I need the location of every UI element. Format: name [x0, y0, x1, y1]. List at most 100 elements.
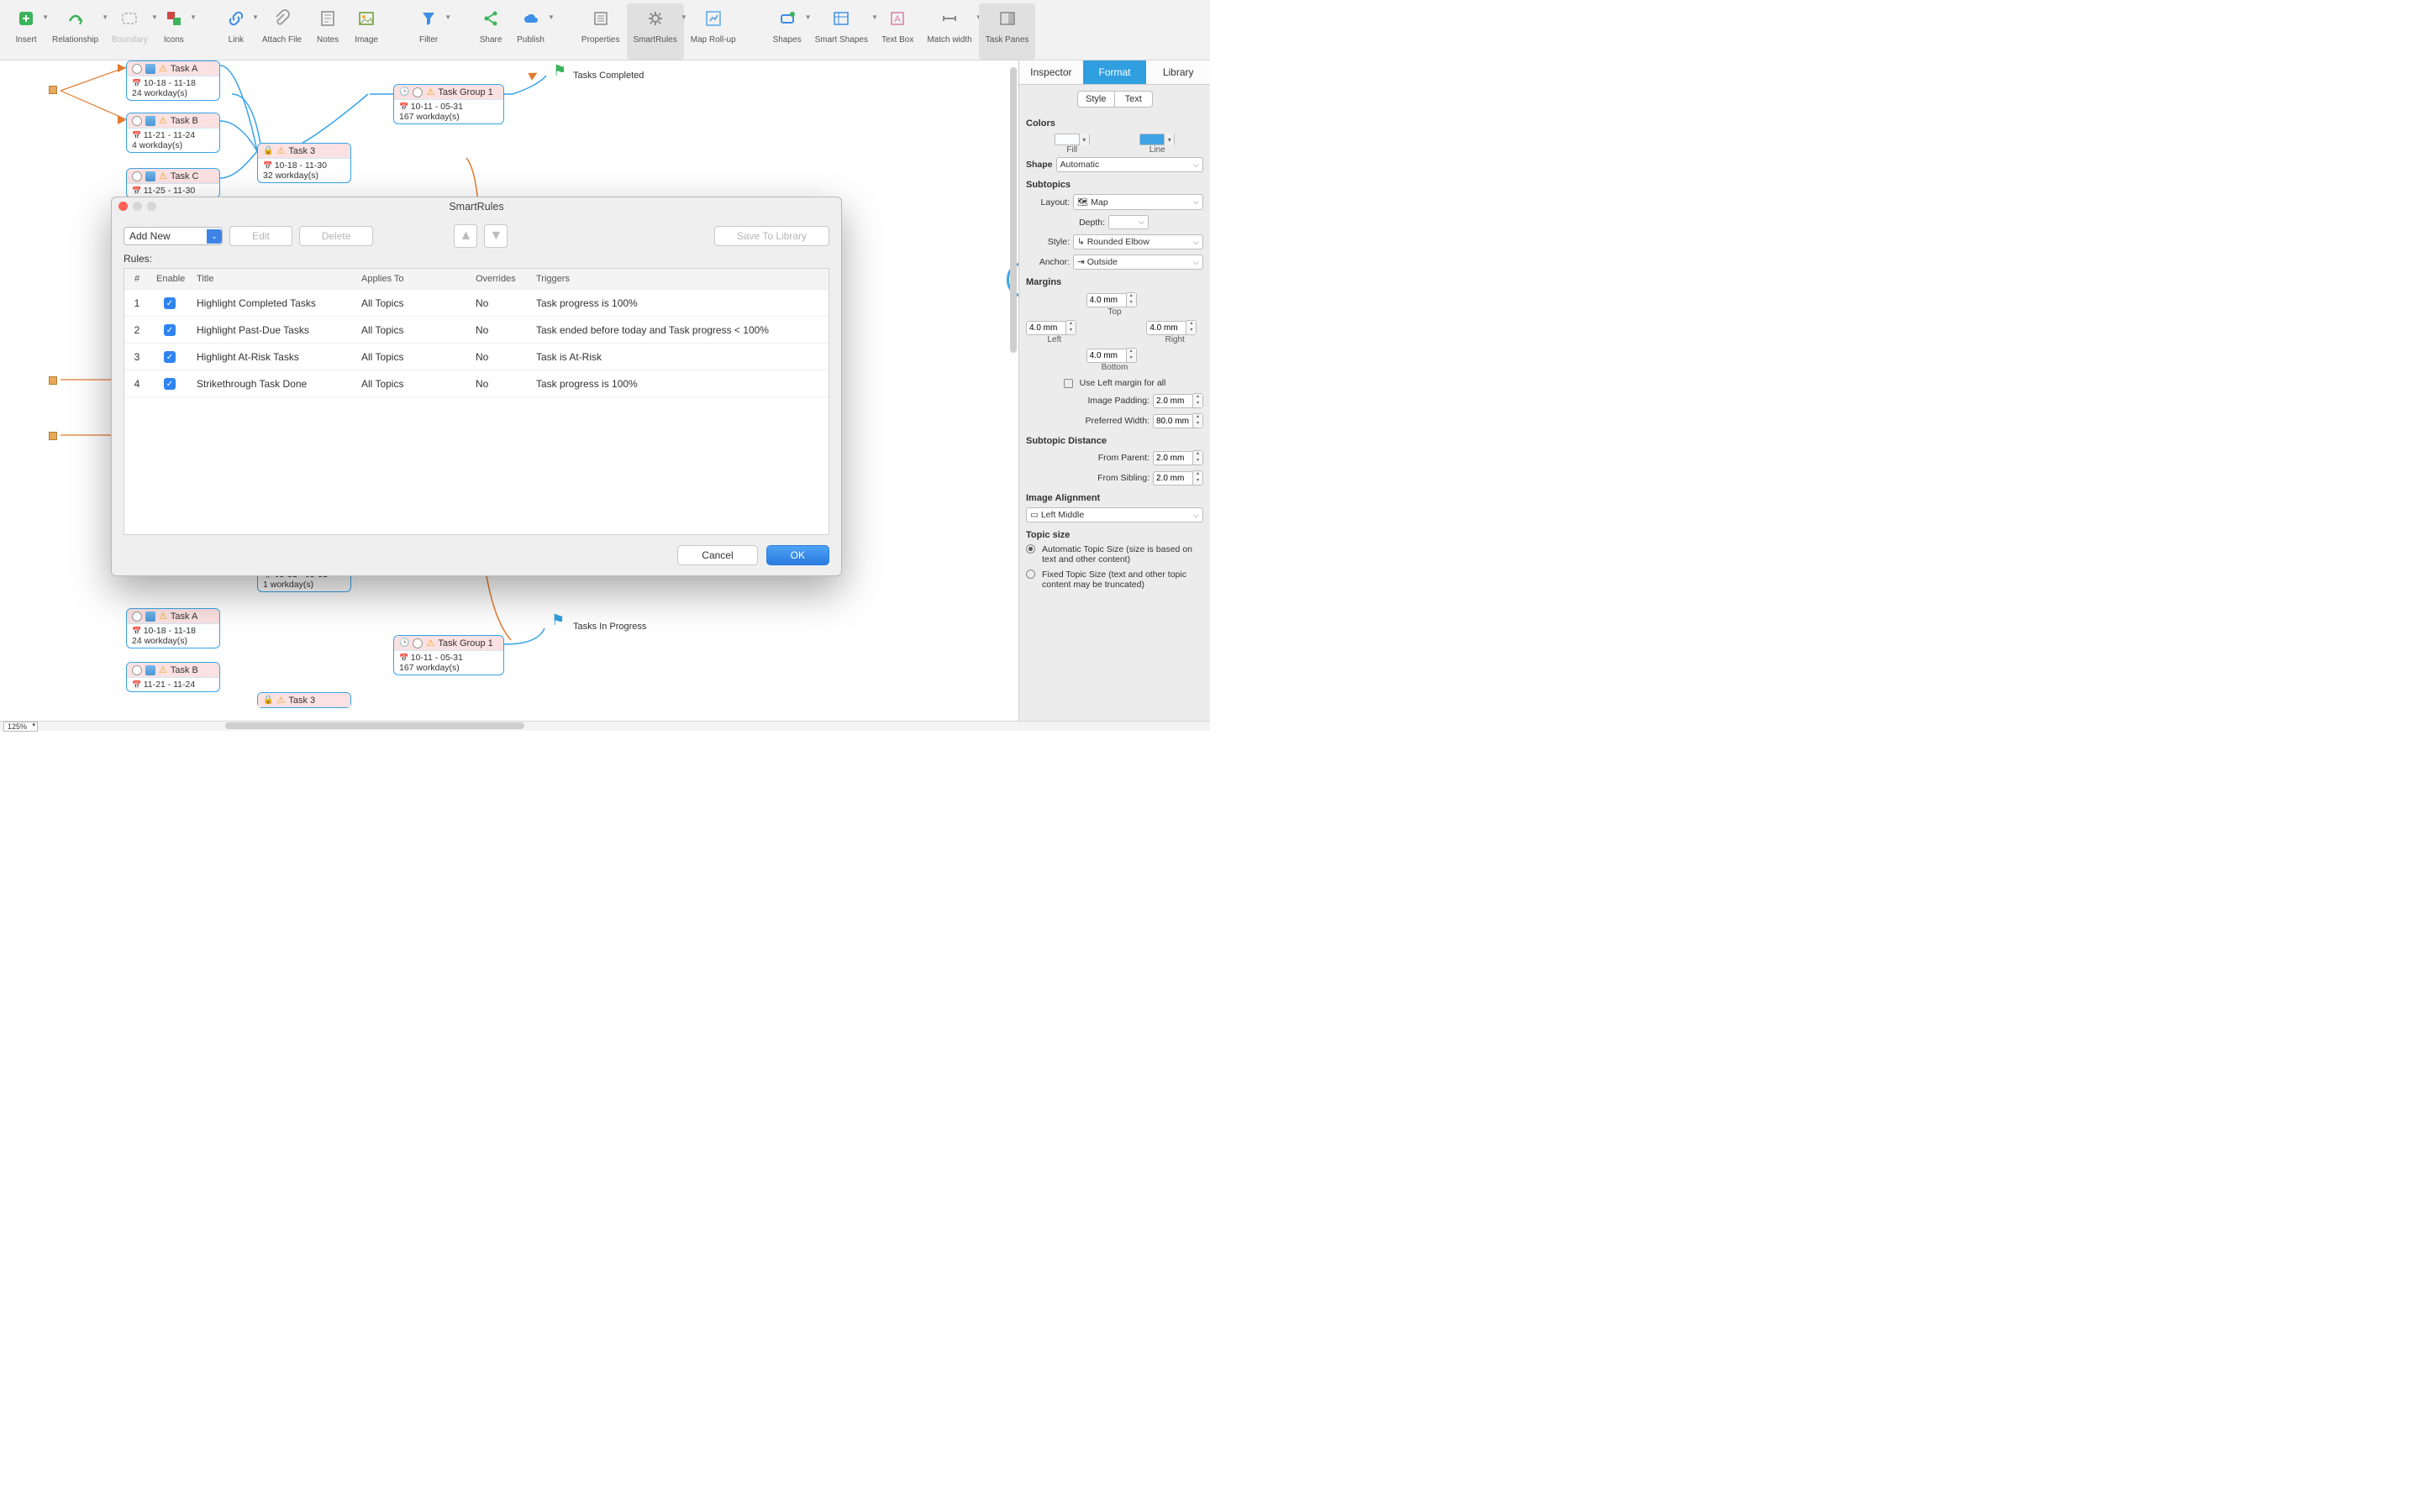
- move-up-button[interactable]: ▲: [454, 224, 477, 248]
- seg-text[interactable]: Text: [1115, 92, 1152, 107]
- toolbar-match-width[interactable]: ▼Match width: [920, 3, 978, 60]
- toolbar-map-roll-up[interactable]: Map Roll-up: [684, 3, 743, 60]
- section-image-alignment: Image Alignment: [1019, 488, 1210, 505]
- tab-inspector[interactable]: Inspector: [1019, 60, 1083, 84]
- enable-checkbox[interactable]: ✓: [164, 378, 176, 390]
- shape-select[interactable]: Automatic: [1056, 157, 1203, 172]
- tab-format[interactable]: Format: [1083, 60, 1147, 84]
- table-row[interactable]: 3✓Highlight At-Risk TasksAll TopicsNoTas…: [124, 344, 829, 370]
- add-new-select[interactable]: Add New⌄: [124, 227, 223, 245]
- chevron-down-icon[interactable]: ▼: [445, 13, 451, 21]
- toolbar-share[interactable]: Share: [471, 3, 510, 60]
- node-task-group-1[interactable]: 🕒Task Group 1 📅 10-11 - 05-31167 workday…: [393, 84, 504, 124]
- img-icon: [355, 7, 378, 30]
- margin-top[interactable]: [1086, 293, 1127, 307]
- toolbar-insert[interactable]: ▼Insert: [7, 3, 45, 60]
- close-icon[interactable]: [118, 202, 128, 211]
- arrow-icon: [528, 69, 539, 81]
- radio-auto-size[interactable]: [1026, 544, 1035, 554]
- bound-icon: [118, 7, 141, 30]
- horizontal-scrollbar[interactable]: [225, 722, 524, 729]
- stepper[interactable]: ▴▾: [1127, 292, 1137, 307]
- toolbar-attach-file[interactable]: Attach File: [255, 3, 308, 60]
- rules-label: Rules:: [112, 253, 841, 265]
- edit-button[interactable]: Edit: [229, 226, 292, 246]
- toolbar-icons[interactable]: ▼Icons: [155, 3, 193, 60]
- image-padding[interactable]: [1153, 394, 1193, 408]
- preferred-width[interactable]: [1153, 414, 1193, 428]
- toolbar-image[interactable]: Image: [347, 3, 386, 60]
- toolbar-smart-shapes[interactable]: ▼Smart Shapes: [808, 3, 875, 60]
- node-task-b[interactable]: Task B 📅 11-21 - 11-244 workday(s): [126, 113, 220, 153]
- toolbar-text-box[interactable]: AText Box: [875, 3, 920, 60]
- tab-library[interactable]: Library: [1146, 60, 1210, 84]
- enable-checkbox[interactable]: ✓: [164, 324, 176, 336]
- style-select[interactable]: ↳ Rounded Elbow: [1073, 234, 1203, 249]
- plus-icon: [14, 7, 38, 30]
- margin-bottom[interactable]: [1086, 349, 1127, 363]
- table-row[interactable]: 2✓Highlight Past-Due TasksAll TopicsNoTa…: [124, 317, 829, 344]
- flag-icon: [553, 62, 566, 80]
- format-panel: Inspector Format Library Style Text Colo…: [1018, 60, 1210, 721]
- section-margins: Margins: [1019, 272, 1210, 289]
- move-down-button[interactable]: ▼: [484, 224, 508, 248]
- line-color[interactable]: ▾: [1139, 134, 1175, 145]
- toolbar-relationship[interactable]: ▼Relationship: [45, 3, 105, 60]
- smartrules-dialog: SmartRules Add New⌄ Edit Delete ▲ ▼ Save…: [111, 197, 842, 576]
- rollup-icon: [702, 7, 725, 30]
- chevron-down-icon[interactable]: ▼: [548, 13, 555, 21]
- section-subtopics: Subtopics: [1019, 175, 1210, 192]
- radio-fixed-size[interactable]: [1026, 570, 1035, 579]
- from-sibling[interactable]: [1153, 471, 1193, 486]
- sshape-icon: [829, 7, 853, 30]
- toolbar-properties[interactable]: Properties: [575, 3, 627, 60]
- toolbar-notes[interactable]: Notes: [308, 3, 347, 60]
- node-task-c[interactable]: Task C 📅 11-25 - 11-30: [126, 168, 220, 198]
- toolbar-link[interactable]: ▼Link: [217, 3, 255, 60]
- margin-left[interactable]: [1026, 321, 1066, 335]
- from-parent[interactable]: [1153, 451, 1193, 465]
- node-task-a[interactable]: Task A 📅 10-18 - 11-1824 workday(s): [126, 60, 220, 101]
- chevron-down-icon[interactable]: ▼: [190, 13, 197, 21]
- node-task-group-1b[interactable]: 🕒Task Group 1 📅 10-11 - 05-31167 workday…: [393, 635, 504, 675]
- fill-color[interactable]: ▾: [1055, 134, 1090, 145]
- toolbar-shapes[interactable]: ▼Shapes: [766, 3, 808, 60]
- minimize-icon: [133, 202, 142, 211]
- image-alignment-select[interactable]: ▭ Left Middle: [1026, 507, 1203, 522]
- toolbar-smartrules[interactable]: ▼SmartRules: [627, 3, 684, 60]
- node-task-a2[interactable]: Task A 📅 10-18 - 11-1824 workday(s): [126, 608, 220, 648]
- layout-select[interactable]: 🗺 Map: [1073, 194, 1203, 210]
- node-task-b2[interactable]: Task B 📅 11-21 - 11-24: [126, 662, 220, 692]
- margin-right[interactable]: [1146, 321, 1186, 335]
- anchor-select[interactable]: ⇥ Outside: [1073, 255, 1203, 270]
- table-row[interactable]: 1✓Highlight Completed TasksAll TopicsNoT…: [124, 290, 829, 317]
- zoom-select[interactable]: 125%: [3, 722, 38, 732]
- anchor-icon: [49, 432, 57, 440]
- use-left-checkbox[interactable]: [1064, 379, 1073, 388]
- zoom-icon: [147, 202, 156, 211]
- depth-select[interactable]: [1108, 215, 1149, 229]
- toolbar-publish[interactable]: ▼Publish: [510, 3, 551, 60]
- cancel-button[interactable]: Cancel: [677, 545, 757, 565]
- anchor-icon: [49, 86, 57, 94]
- toolbar-boundary[interactable]: ▼Boundary: [105, 3, 155, 60]
- ok-button[interactable]: OK: [766, 545, 829, 565]
- link-icon: [224, 7, 248, 30]
- table-header: # Enable Title Applies To Overrides Trig…: [124, 269, 829, 290]
- seg-style[interactable]: Style: [1078, 92, 1116, 107]
- vertical-scrollbar[interactable]: [1010, 67, 1017, 353]
- style-text-segment[interactable]: Style Text: [1077, 91, 1153, 108]
- svg-text:A: A: [894, 14, 901, 24]
- table-row[interactable]: 4✓Strikethrough Task DoneAll TopicsNoTas…: [124, 370, 829, 397]
- enable-checkbox[interactable]: ✓: [164, 297, 176, 309]
- toolbar-filter[interactable]: ▼Filter: [409, 3, 448, 60]
- node-task-3c[interactable]: 🔒Task 3: [257, 692, 351, 708]
- toolbar-task-panes[interactable]: Task Panes: [979, 3, 1036, 60]
- enable-checkbox[interactable]: ✓: [164, 351, 176, 363]
- arrow-icon: [118, 64, 126, 72]
- shape-icon: [776, 7, 799, 30]
- save-to-library-button[interactable]: Save To Library: [714, 226, 829, 246]
- node-task-3[interactable]: 🔒Task 3 📅 10-18 - 11-3032 workday(s): [257, 143, 351, 183]
- delete-button[interactable]: Delete: [299, 226, 374, 246]
- section-colors: Colors: [1019, 113, 1210, 130]
